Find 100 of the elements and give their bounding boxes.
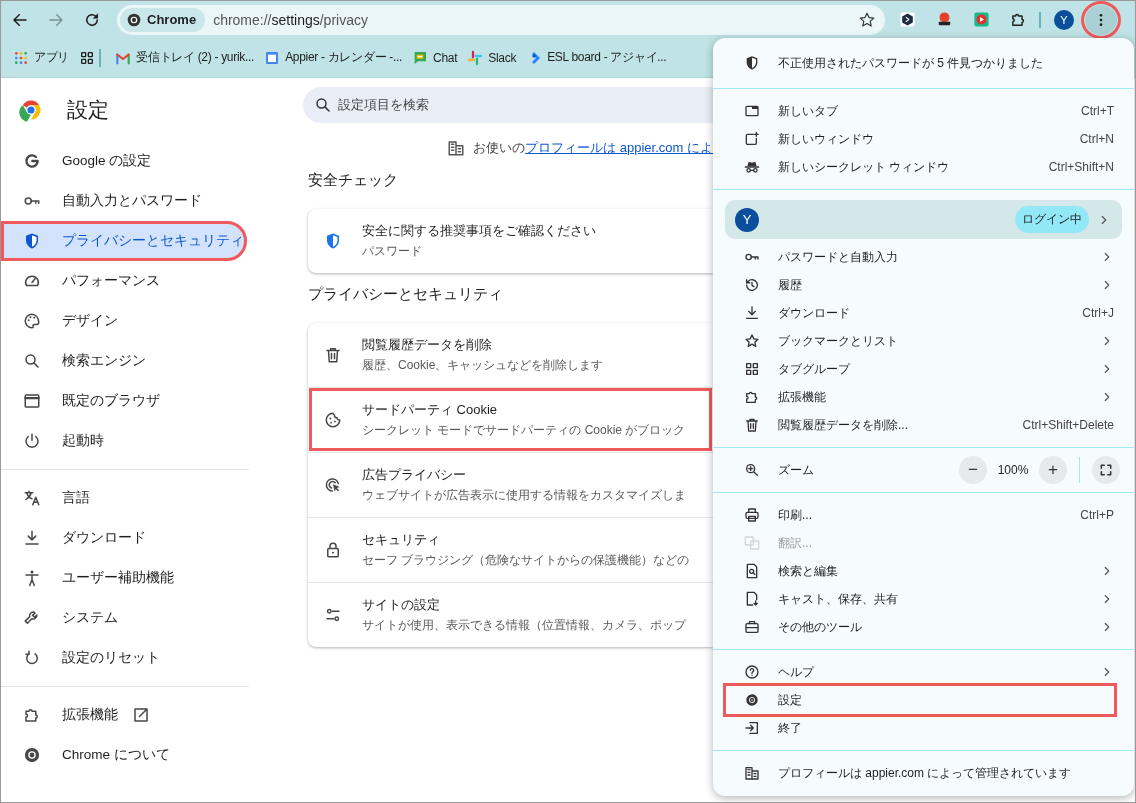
sidebar-item[interactable]: プライバシーとセキュリティ bbox=[1, 221, 247, 261]
bookmark-item[interactable]: ESL board - アジャイ... bbox=[526, 49, 667, 66]
menu-item[interactable]: 不正使用されたパスワードが 5 件見つかりました bbox=[726, 49, 1114, 77]
menu-item[interactable]: 終了 bbox=[726, 714, 1114, 742]
settings-row[interactable]: 閲覧履歴データを削除 履歴、Cookie、キャッシュなどを削除します bbox=[308, 323, 713, 387]
chat-bubble-icon bbox=[412, 49, 429, 66]
row-title: 閲覧履歴データを削除 bbox=[362, 336, 493, 354]
lock-icon bbox=[324, 541, 342, 559]
avatar: Y bbox=[735, 207, 759, 232]
sidebar-item[interactable]: 検索エンジン bbox=[1, 341, 247, 381]
cookie-icon bbox=[324, 411, 342, 429]
hexagon-logo-icon[interactable] bbox=[899, 11, 916, 28]
section-heading: プライバシーとセキュリティ bbox=[308, 285, 504, 304]
browser-logo-icon bbox=[126, 11, 142, 28]
sidebar-item[interactable]: 言語 bbox=[1, 478, 247, 518]
search-icon bbox=[314, 96, 332, 114]
reset-icon bbox=[23, 649, 41, 667]
row-title: サードパーティ Cookie bbox=[362, 401, 499, 419]
menu-item[interactable]: 新しいシークレット ウィンドウ Ctrl+Shift+N bbox=[726, 153, 1114, 181]
document-icon bbox=[744, 591, 760, 607]
tab-groups-icon[interactable] bbox=[79, 49, 96, 66]
history-icon bbox=[744, 277, 760, 293]
star-icon bbox=[744, 333, 760, 349]
menu-item[interactable]: ダウンロード Ctrl+J bbox=[726, 299, 1114, 327]
download-icon bbox=[744, 305, 760, 321]
menu-item: 翻訳... bbox=[726, 529, 1114, 557]
row-subtitle: サイトが使用、表示できる情報（位置情報、カメラ、ポップ bbox=[362, 617, 686, 634]
bookmark-item[interactable]: Slack bbox=[467, 49, 517, 66]
new-window-icon bbox=[744, 131, 760, 147]
zoom-in-button[interactable]: + bbox=[1039, 456, 1067, 484]
fullscreen-button[interactable] bbox=[1092, 456, 1120, 484]
puzzle-icon bbox=[744, 389, 760, 405]
keyboard-shortcut: Ctrl+J bbox=[1082, 306, 1114, 320]
menu-item[interactable]: ヘルプ bbox=[726, 658, 1114, 686]
sidebar-item[interactable]: 自動入力とパスワード bbox=[1, 181, 247, 221]
sidebar-item[interactable]: Chrome について bbox=[1, 735, 247, 775]
bookmark-item[interactable]: アプリ bbox=[13, 49, 70, 66]
sidebar-item[interactable]: 既定のブラウザ bbox=[1, 381, 247, 421]
settings-row[interactable]: 安全に関する推奨事項をご確認ください パスワード bbox=[308, 209, 713, 273]
menu-item[interactable]: プロフィールは appier.com によって管理されています bbox=[726, 759, 1114, 787]
menu-item[interactable]: ブックマークとリスト bbox=[726, 327, 1114, 355]
menu-item[interactable]: その他のツール bbox=[726, 613, 1114, 641]
address-bar[interactable]: Chrome chrome://settings/privacy bbox=[117, 4, 885, 35]
search-field[interactable]: 設定項目を検索 bbox=[303, 87, 713, 123]
menu-item[interactable]: 履歴 bbox=[726, 271, 1114, 299]
keyboard-shortcut: Ctrl+Shift+Delete bbox=[1022, 418, 1114, 432]
puzzle-icon bbox=[23, 706, 41, 724]
menu-item[interactable]: パスワードと自動入力 bbox=[726, 243, 1114, 271]
row-title: サイトの設定 bbox=[362, 596, 441, 614]
url-text: chrome://settings/privacy bbox=[213, 11, 369, 28]
sidebar-item[interactable]: ダウンロード bbox=[1, 518, 247, 558]
puzzle-icon[interactable] bbox=[1010, 11, 1027, 28]
search-icon bbox=[23, 352, 41, 370]
menu-item[interactable]: 新しいタブ Ctrl+T bbox=[726, 97, 1114, 125]
sliders-icon bbox=[324, 606, 342, 624]
bookmark-item[interactable]: 受信トレイ (2) - yurik... bbox=[115, 49, 255, 66]
bookmark-item[interactable]: Chat bbox=[412, 49, 458, 66]
row-subtitle: 履歴、Cookie、キャッシュなどを削除します bbox=[362, 357, 604, 374]
star-icon[interactable] bbox=[858, 10, 876, 29]
menu-item[interactable]: 設定 bbox=[726, 686, 1114, 714]
bookmark-item[interactable]: Appier - カレンダー -... bbox=[264, 49, 403, 66]
menu-button[interactable] bbox=[1085, 4, 1117, 35]
sidebar-item[interactable]: ユーザー補助機能 bbox=[1, 558, 247, 598]
sidebar-item[interactable]: 拡張機能 bbox=[1, 695, 247, 735]
document-search-icon bbox=[744, 563, 760, 579]
profile-row[interactable]: Y ログイン中 bbox=[725, 200, 1122, 239]
sidebar-item[interactable]: デザイン bbox=[1, 301, 247, 341]
window-icon bbox=[23, 392, 41, 410]
tab-icon bbox=[744, 103, 760, 119]
row-title: 安全に関する推奨事項をご確認ください bbox=[362, 222, 596, 240]
settings-row[interactable]: サードパーティ Cookie シークレット モードでサードパーティの Cookie がブロック bbox=[308, 387, 713, 452]
trash-icon bbox=[324, 346, 342, 364]
sidebar-item[interactable]: 起動時 bbox=[1, 421, 247, 461]
round-logo-icon[interactable] bbox=[936, 11, 953, 28]
letter-g-icon bbox=[23, 152, 41, 170]
app-grid-icon bbox=[13, 49, 29, 66]
keyboard-shortcut: Ctrl+T bbox=[1081, 104, 1114, 118]
menu-item[interactable]: キャスト、保存、共有 bbox=[726, 585, 1114, 613]
menu-item[interactable]: 印刷... Ctrl+P bbox=[726, 501, 1114, 529]
sidebar-item[interactable]: Google の設定 bbox=[1, 141, 247, 181]
menu-item[interactable]: 検索と編集 bbox=[726, 557, 1114, 585]
menu-item[interactable]: 新しいウィンドウ Ctrl+N bbox=[726, 125, 1114, 153]
sidebar-item[interactable]: パフォーマンス bbox=[1, 261, 247, 301]
profile-link[interactable]: プロフィールは appier.com によ bbox=[525, 140, 713, 155]
sidebar-item[interactable]: システム bbox=[1, 598, 247, 638]
accessibility-icon bbox=[23, 569, 41, 587]
avatar-button[interactable]: Y bbox=[1054, 9, 1074, 30]
zoom-out-button[interactable]: − bbox=[959, 456, 987, 484]
external-link-icon bbox=[132, 706, 150, 724]
hash-logo-icon bbox=[467, 49, 484, 66]
menu-item[interactable]: 閲覧履歴データを削除... Ctrl+Shift+Delete bbox=[726, 411, 1114, 439]
exit-icon bbox=[744, 720, 760, 736]
site-chip[interactable]: Chrome bbox=[120, 7, 206, 32]
target-cursor-icon bbox=[324, 476, 342, 494]
play-logo-icon[interactable] bbox=[973, 11, 990, 28]
trash-icon bbox=[744, 417, 760, 433]
menu-item[interactable]: タブグループ bbox=[726, 355, 1114, 383]
sidebar-item[interactable]: 設定のリセット bbox=[1, 638, 247, 678]
menu-item[interactable]: 拡張機能 bbox=[726, 383, 1114, 411]
keyboard-shortcut: Ctrl+N bbox=[1079, 132, 1114, 146]
